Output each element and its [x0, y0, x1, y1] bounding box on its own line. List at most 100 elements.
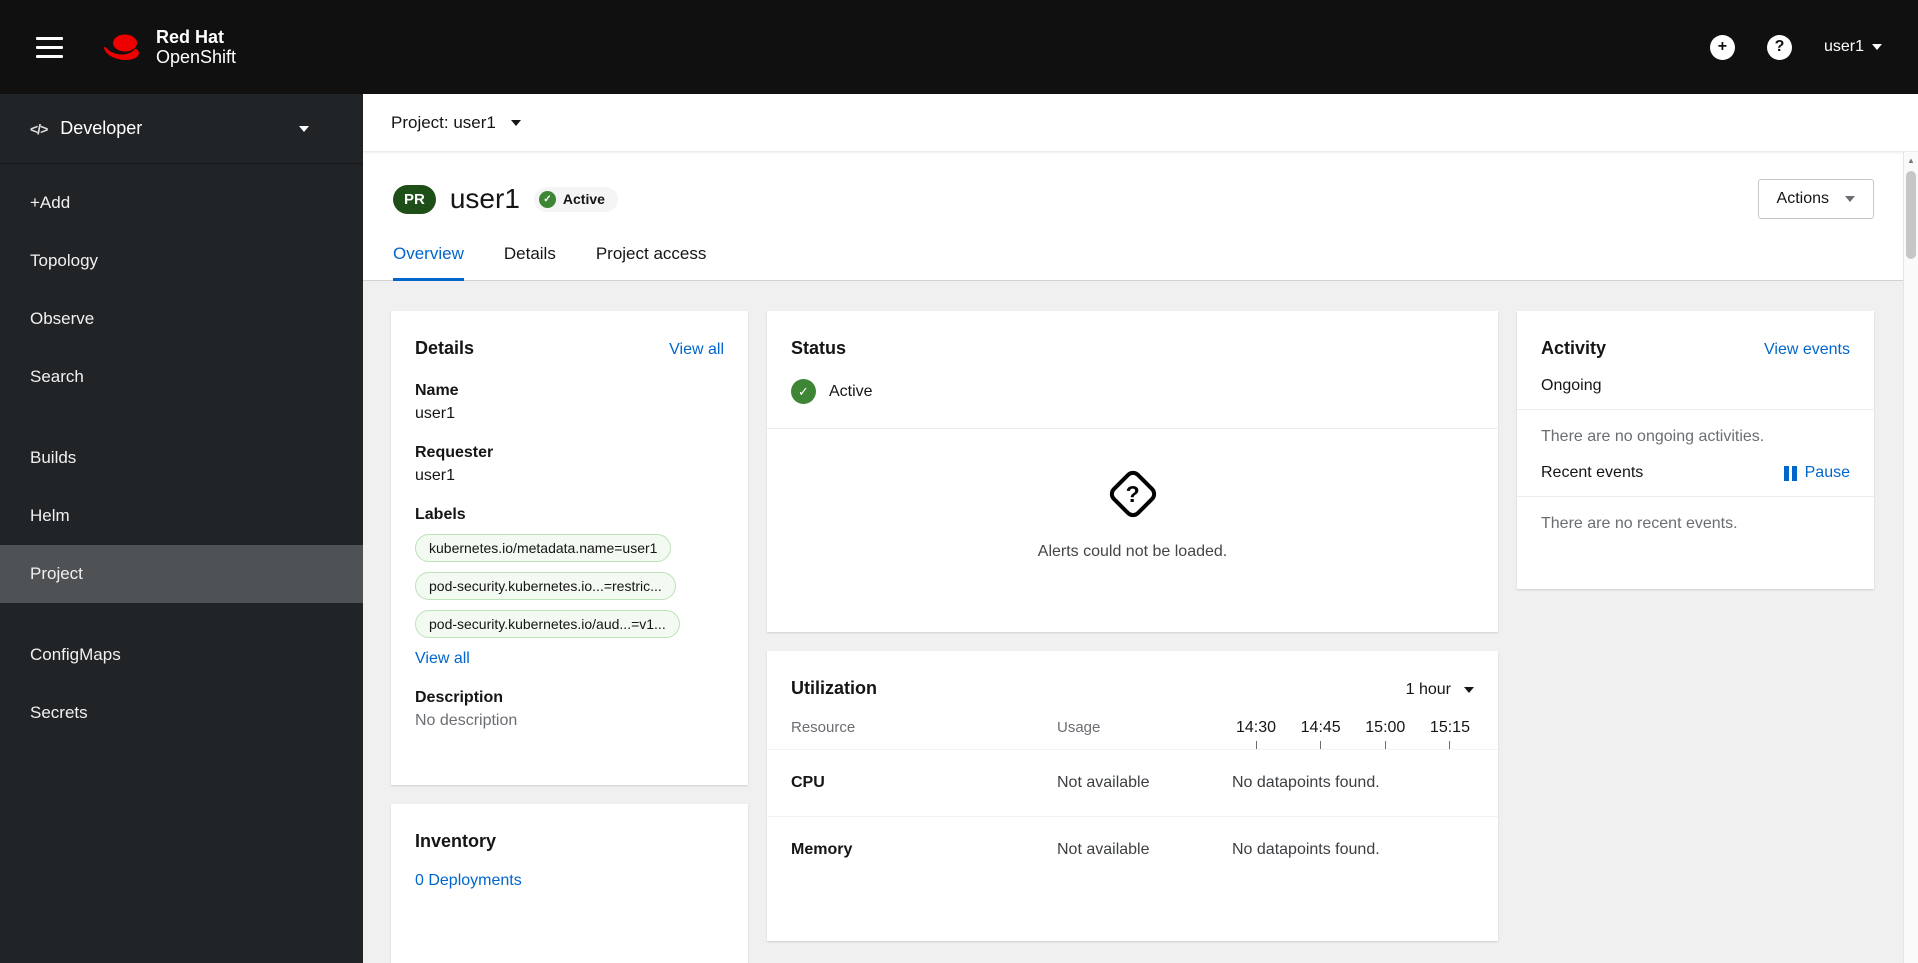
status-card-title: Status	[791, 338, 847, 358]
requester-value: user1	[415, 467, 456, 484]
check-circle-icon: ✓	[538, 190, 556, 208]
overview-dashboard: Details View all Name user1 Requester us…	[363, 281, 1918, 963]
project-resource-badge: PR	[393, 184, 436, 214]
redhat-hat-icon	[104, 34, 139, 60]
page-header: PR user1 ✓ Active Actions Overview Detai…	[363, 152, 1918, 281]
resource-chart-message: No datapoints found.	[1232, 774, 1380, 791]
name-value: user1	[415, 405, 456, 422]
description-value: No description	[415, 712, 518, 729]
project-selector-label: Project: user1	[391, 112, 496, 132]
perspective-switcher[interactable]: </> Developer	[0, 94, 363, 164]
labels-label: Labels	[415, 506, 466, 523]
sidebar-item-builds[interactable]: Builds	[0, 429, 363, 487]
user-menu[interactable]: user1	[1824, 38, 1882, 56]
caret-down-icon	[1872, 44, 1882, 50]
axis-tick	[1255, 741, 1257, 749]
requester-label: Requester	[415, 444, 494, 461]
inventory-card-title: Inventory	[415, 831, 497, 851]
resource-name: CPU	[791, 774, 825, 791]
project-status-badge: ✓ Active	[533, 186, 618, 212]
question-circle-icon: ?	[1766, 34, 1792, 60]
duration-dropdown[interactable]: 1 hour	[1406, 681, 1474, 699]
axis-tick	[1320, 741, 1322, 749]
actions-dropdown[interactable]: Actions	[1757, 179, 1874, 219]
brand-product-name: OpenShift	[156, 47, 237, 67]
resource-usage: Not available	[1057, 774, 1150, 791]
scroll-region: PR user1 ✓ Active Actions Overview Detai…	[363, 152, 1918, 963]
name-label: Name	[415, 382, 459, 399]
activity-card-title: Activity	[1541, 338, 1607, 358]
unknown-status-icon: ?	[1105, 467, 1160, 521]
namespace-bar: Project: user1	[363, 94, 1918, 152]
check-circle-icon: ✓	[791, 379, 816, 404]
axis-tick	[1384, 741, 1386, 749]
tab-bar: Overview Details Project access	[363, 244, 1918, 281]
resource-name: Memory	[791, 841, 853, 858]
scroll-up-arrow[interactable]: ▲	[1904, 152, 1918, 169]
ongoing-heading: Ongoing	[1541, 377, 1602, 394]
help-button[interactable]: ?	[1766, 34, 1792, 60]
utilization-card-title: Utilization	[791, 678, 877, 698]
sidebar-item-helm[interactable]: Helm	[0, 487, 363, 545]
brand-logo: Red Hat OpenShift	[101, 27, 236, 67]
utilization-card: Utilization 1 hour Resource Usage 14:30	[767, 651, 1498, 941]
status-active-label: Active	[829, 382, 873, 400]
plus-circle-icon: +	[1709, 34, 1735, 60]
add-shortcut-button[interactable]: +	[1709, 34, 1735, 60]
page-title: user1	[449, 183, 520, 214]
caret-down-icon	[1464, 687, 1474, 693]
user-menu-label: user1	[1823, 38, 1864, 55]
deployments-link[interactable]: 0 Deployments	[415, 872, 522, 889]
code-icon: </>	[30, 120, 48, 137]
resource-usage: Not available	[1057, 841, 1150, 858]
label-pill: pod-security.kubernetes.io/aud...=v1...	[415, 610, 680, 638]
sidebar-item-search[interactable]: Search	[0, 348, 363, 406]
sidebar-item-topology[interactable]: Topology	[0, 232, 363, 290]
details-view-all-link[interactable]: View all	[669, 341, 724, 359]
tab-details[interactable]: Details	[504, 244, 556, 281]
label-pill: kubernetes.io/metadata.name=user1	[415, 534, 672, 562]
tab-project-access[interactable]: Project access	[596, 244, 707, 281]
project-status-label: Active	[562, 191, 605, 207]
details-card-title: Details	[415, 338, 475, 358]
sidebar-item-secrets[interactable]: Secrets	[0, 684, 363, 742]
description-label: Description	[415, 689, 504, 706]
hamburger-icon	[36, 36, 63, 40]
caret-down-icon	[1845, 196, 1855, 202]
recent-events-empty-message: There are no recent events.	[1541, 515, 1738, 532]
sidebar-item-observe[interactable]: Observe	[0, 290, 363, 348]
resource-chart-message: No datapoints found.	[1232, 841, 1380, 858]
usage-column-header: Usage	[1057, 719, 1101, 736]
ongoing-empty-message: There are no ongoing activities.	[1541, 428, 1765, 445]
alerts-empty-message: Alerts could not be loaded.	[1037, 543, 1228, 560]
tab-overview[interactable]: Overview	[393, 244, 464, 281]
labels-view-all-link[interactable]: View all	[415, 650, 470, 668]
sidebar-item-project[interactable]: Project	[0, 545, 363, 603]
project-selector[interactable]: Project: user1	[391, 113, 521, 133]
scrollbar-thumb[interactable]	[1906, 171, 1916, 259]
view-events-link[interactable]: View events	[1764, 341, 1850, 359]
inventory-card: Inventory 0 Deployments	[391, 804, 748, 963]
menu-toggle-button[interactable]	[30, 31, 69, 64]
sidebar: </> Developer +Add Topology Observe Sear…	[0, 94, 363, 963]
caret-down-icon	[299, 125, 309, 132]
utilization-row-memory: Memory Not available No datapoints found…	[767, 816, 1498, 883]
sidebar-item-configmaps[interactable]: ConfigMaps	[0, 626, 363, 684]
sidebar-item-add[interactable]: +Add	[0, 174, 363, 232]
caret-down-icon	[510, 119, 521, 126]
scrollbar[interactable]: ▲	[1903, 152, 1918, 963]
pause-icon	[1783, 465, 1797, 481]
brand-name: Red Hat	[156, 27, 225, 47]
recent-events-heading: Recent events	[1541, 464, 1644, 481]
details-card: Details View all Name user1 Requester us…	[391, 311, 748, 785]
activity-card: Activity View events Ongoing There are n…	[1517, 311, 1874, 589]
resource-column-header: Resource	[791, 719, 856, 736]
pause-button[interactable]: Pause	[1783, 464, 1850, 482]
status-card: Status ✓ Active ? Alerts could not be lo…	[767, 311, 1498, 632]
label-pill: pod-security.kubernetes.io...=restric...	[415, 572, 676, 600]
main-area: Project: user1 PR user1 ✓ Active Actions	[363, 94, 1918, 963]
utilization-row-cpu: CPU Not available No datapoints found.	[767, 749, 1498, 816]
axis-tick	[1449, 741, 1451, 749]
perspective-label: Developer	[60, 118, 143, 138]
time-axis: 14:30 14:45 15:00 15:15	[1232, 719, 1474, 749]
